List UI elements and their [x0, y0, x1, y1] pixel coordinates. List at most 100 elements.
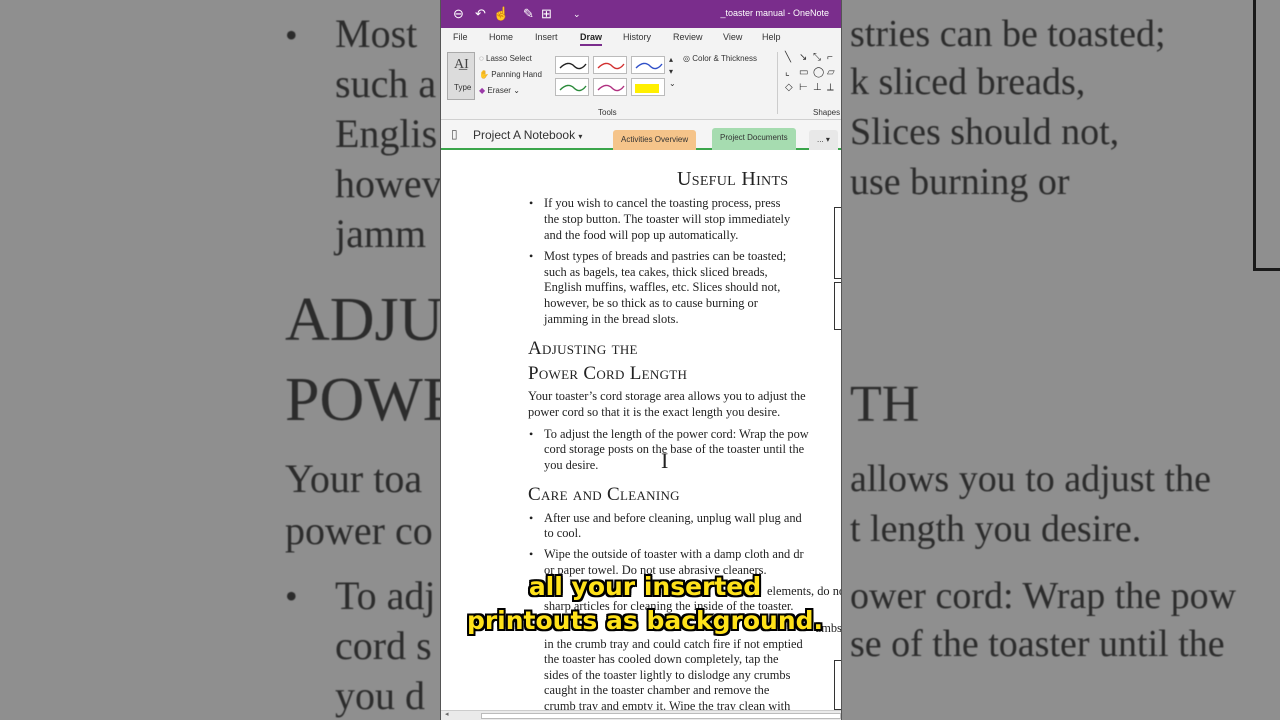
hint-line: English muffins, waffles, etc. Slices sh… — [544, 280, 781, 294]
line-shape[interactable]: ╲ — [785, 52, 791, 63]
hint-line: the stop button. The toaster will stop i… — [544, 212, 791, 226]
ribbon-tabs: File Home Insert Draw History Review Vie… — [441, 28, 841, 48]
diamond-shape[interactable]: ◇ — [785, 82, 793, 93]
tab-view[interactable]: View — [723, 32, 742, 42]
pen-red[interactable] — [593, 56, 627, 74]
table-icon[interactable]: ⊞ — [541, 6, 552, 22]
bg-text: Englis — [335, 111, 438, 156]
customize-toolbar-icon[interactable]: ⌄ — [573, 9, 581, 20]
notebook-bar: ▯ Project A Notebook ▾ Activities Overvi… — [441, 120, 841, 150]
bg-text: use burning or — [850, 161, 1070, 203]
hand-icon: ✋ — [479, 70, 489, 79]
section-tab-more[interactable]: ... ▾ — [809, 130, 838, 150]
bg-bullet: • — [285, 576, 298, 616]
lasso-icon: ◌ — [479, 54, 484, 63]
caption-line: all your inserted — [528, 572, 762, 601]
notebook-selector[interactable]: Project A Notebook ▾ — [473, 128, 582, 142]
pen-icon[interactable]: ✎ — [523, 6, 534, 22]
window-title: _toaster manual - OneNote — [720, 8, 829, 18]
type-button[interactable]: A͟I Type — [447, 52, 475, 100]
pen-green[interactable] — [555, 78, 589, 96]
color-thickness-button[interactable]: ◎ Color & Thickness — [683, 54, 757, 63]
bg-text: Your toa — [285, 456, 423, 501]
bullet: • — [529, 547, 534, 561]
adjust-bullet-line: cord storage posts on the base of the to… — [544, 442, 805, 456]
graph-shape[interactable]: ⊥ — [813, 82, 822, 93]
tab-home[interactable]: Home — [489, 32, 513, 42]
pen-gallery-scroll[interactable]: ▴ ▾ ⌄ — [669, 54, 676, 90]
adjust-para-line: power cord so that it is the exact lengt… — [528, 405, 781, 419]
touch-mode-icon[interactable]: ☝ — [493, 6, 509, 22]
adjust-bullet-line: To adjust the length of the power cord: … — [544, 427, 809, 441]
draw-ribbon: A͟I Type ◌ Lasso Select ✋ Panning Hand ◆… — [441, 48, 841, 120]
bg-bullet: • — [285, 15, 298, 55]
care-line: in the crumb tray and could catch fire i… — [544, 637, 803, 651]
care-cleaning-heading: Care and Cleaning — [528, 484, 680, 505]
bullet: • — [529, 249, 534, 263]
care-line: crumb tray and empty it. Wipe the tray c… — [544, 699, 791, 710]
pen-black[interactable] — [555, 56, 589, 74]
bg-text: cord s — [335, 623, 432, 668]
tab-review[interactable]: Review — [673, 32, 703, 42]
axis-shape[interactable]: ⊢ — [799, 82, 808, 93]
adjust-para-line: Your toaster’s cord storage area allows … — [528, 389, 806, 403]
arrow-shape[interactable]: ↘ — [799, 52, 807, 63]
bg-text: stries can be toasted; — [850, 13, 1166, 55]
hint-line: and the food will pop up automatically. — [544, 228, 739, 242]
caption-line: printouts as background. — [466, 606, 824, 635]
scroll-left-icon[interactable]: ◂ — [445, 710, 449, 718]
section-tab-activities-overview[interactable]: Activities Overview — [613, 130, 697, 150]
pen-blue[interactable] — [631, 56, 665, 74]
ellipse-shape[interactable]: ◯ — [813, 67, 824, 78]
rectangle-shape[interactable]: ▭ — [799, 67, 808, 78]
horizontal-scrollbar[interactable]: ◂ — [441, 710, 841, 720]
pen-magenta[interactable] — [593, 78, 627, 96]
tools-group-label: Tools — [598, 108, 617, 117]
care-line: sides of the toaster lightly to dislodge… — [544, 668, 791, 682]
bg-text: To adj — [335, 573, 436, 618]
bg-text: Most — [335, 11, 418, 56]
illustration-frame — [834, 282, 841, 330]
adjusting-heading: Adjusting the — [528, 338, 638, 359]
bg-text: se of the toaster until the — [850, 623, 1225, 665]
scrollbar-thumb[interactable] — [481, 713, 841, 719]
eraser-button[interactable]: ◆ Eraser ⌄ — [479, 86, 520, 95]
bg-text: Slices should not, — [850, 111, 1120, 153]
adjust-bullet-line: you desire. — [544, 458, 599, 472]
notebook-icon: ▯ — [451, 127, 458, 141]
type-label: Type — [454, 83, 472, 92]
illustration-frame — [834, 660, 841, 710]
bullet: • — [529, 196, 534, 210]
back-icon[interactable]: ⊖ — [453, 6, 464, 22]
elbow-shape[interactable]: ⌐ — [827, 52, 833, 63]
bg-text: such a — [335, 61, 437, 106]
palette-icon: ◎ — [683, 54, 690, 63]
bg-heading: TH — [850, 376, 920, 433]
type-cursor-icon: A͟I — [454, 57, 469, 72]
care-line: to cool. — [544, 526, 582, 540]
tab-file[interactable]: File — [453, 32, 468, 42]
bg-text: allows you to adjust the — [850, 458, 1211, 500]
tab-history[interactable]: History — [623, 32, 651, 42]
parallelogram-shape[interactable]: ▱ — [827, 67, 835, 78]
tab-draw[interactable]: Draw — [580, 32, 603, 46]
double-arrow-shape[interactable]: ⤡ — [813, 52, 821, 63]
bg-heading: ADJU — [285, 286, 444, 354]
hint-line: such as bagels, tea cakes, thick sliced … — [544, 265, 768, 279]
highlighter-yellow[interactable] — [631, 78, 665, 96]
tab-insert[interactable]: Insert — [535, 32, 558, 42]
tab-help[interactable]: Help — [762, 32, 781, 42]
care-line: Wipe the outside of toaster with a damp … — [544, 547, 804, 561]
undo-icon[interactable]: ↶ — [475, 6, 486, 22]
bullet: • — [529, 427, 534, 441]
bg-text: t length you desire. — [850, 508, 1142, 550]
shapes-group-label: Shapes — [813, 108, 841, 117]
bg-heading: POWE — [285, 366, 461, 434]
bg-text: you d — [335, 673, 425, 718]
section-tab-project-documents[interactable]: Project Documents — [712, 128, 796, 150]
panning-hand-button[interactable]: ✋ Panning Hand — [479, 70, 542, 79]
lasso-select-button[interactable]: ◌ Lasso Select — [479, 54, 532, 63]
angle-shape[interactable]: ⌞ — [785, 67, 790, 78]
3d-axis-shape[interactable]: ⟂ — [827, 82, 834, 93]
ribbon-divider — [777, 52, 778, 114]
